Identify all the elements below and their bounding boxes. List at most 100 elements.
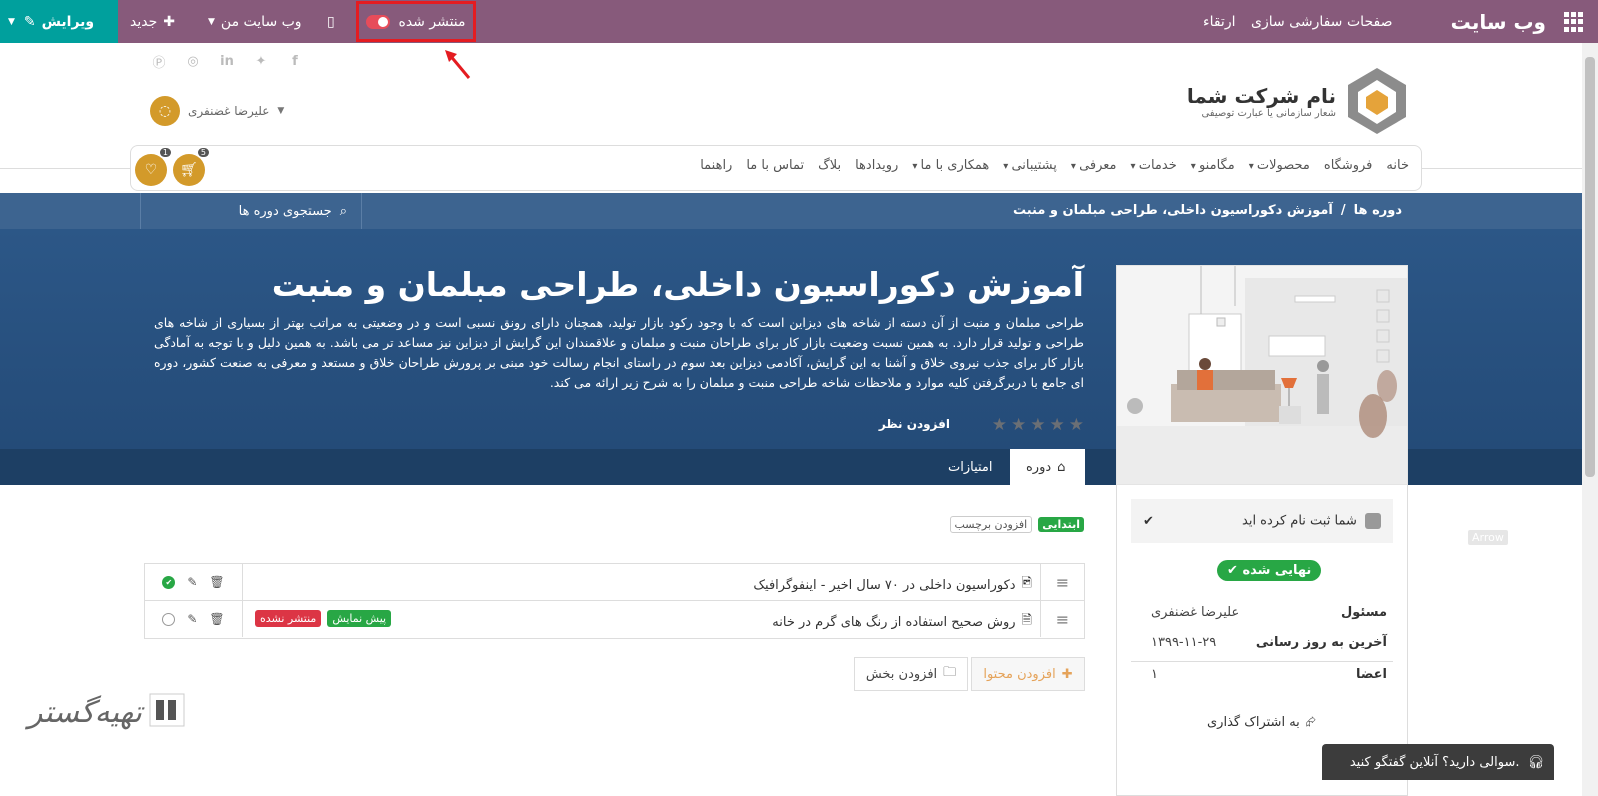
my-website-label: وب سایت من [220,13,302,30]
updated-row: آخرین به روز رسانی ۱۳۹۹-۱۱-۲۹ [1131,635,1393,650]
live-chat-button[interactable]: سوالی دارید؟ آنلاین گفتگو کنید. 🎧︎ [1322,744,1554,780]
home-icon: ⌂ [1057,459,1066,475]
app-brand: وب سایت [1450,9,1546,34]
add-section-button[interactable]: افزودن بخش 🗀︎ [854,657,968,691]
nav-item[interactable]: معرفی [1071,158,1116,173]
scrollbar-thumb[interactable] [1585,57,1595,477]
plus-icon: ✚ [1061,666,1073,682]
content-title[interactable]: 🗎︎ روش صحیح استفاده از رنگ های گرم در خا… [772,611,1032,633]
cart-icon: 🛒︎ [180,162,198,178]
breadcrumb-bar: دوره ها / آموزش دکوراسیون داخلی، طراحی م… [0,193,1582,229]
nav-item[interactable]: خانه [1386,158,1409,173]
preview-badge: پیش نمایش [327,610,392,627]
main-navbar: خانه فروشگاه محصولات مگامنو خدمات معرفی پشتیبا… [130,145,1422,191]
row-badges: منتشر نشده پیش نمایش [255,610,392,627]
document-file-icon: 🗎︎ [1021,613,1032,628]
members-row: اعضا ۱ [1131,667,1393,682]
content-title-label: روش صحیح استفاده از رنگ های گرم در خانه [772,614,1016,630]
nav-item[interactable]: تماس با ما [746,158,804,173]
new-button[interactable]: جدید ✚ [130,0,175,43]
published-check-icon[interactable]: ✔ [162,575,176,589]
check-icon: ✔ [1227,563,1238,578]
nav-item[interactable]: پشتیبانی [1003,158,1056,173]
nav-item[interactable]: محصولات [1249,158,1310,173]
responsible-label: مسئول [1340,605,1387,620]
add-review-link[interactable]: افزودن نظر [879,417,950,431]
nav-item[interactable]: بلاگ [818,158,841,173]
my-website-dropdown[interactable]: ▼ وب سایت من [208,0,302,43]
twitter-icon[interactable]: ✦ [252,52,270,70]
add-tag-button[interactable]: افزودن برچسب [949,516,1033,533]
search-placeholder: جستجوی دوره ها [238,203,332,219]
content-title[interactable]: 🖻︎ دکوراسیون داخلی در ۷۰ سال اخیر - اینف… [753,574,1032,596]
content-title-label: دکوراسیون داخلی در ۷۰ سال اخیر - اینفوگر… [753,577,1016,593]
plus-icon: ✚ [163,13,175,30]
wishlist-button[interactable]: ♡ 1 [135,148,171,186]
trash-icon[interactable]: 🗑︎ [209,612,224,626]
add-content-label: افزودن محتوا [983,666,1056,682]
nav-item[interactable]: راهنما [700,158,732,173]
edit-label: ویرایش [41,13,95,30]
tab-course[interactable]: دوره ⌂ [1010,449,1085,485]
cart-button[interactable]: 🛒︎ 5 [173,148,209,186]
share-button[interactable]: ⮳ به اشتراک گذاری [1207,715,1316,730]
star-icon[interactable]: ★ [1069,415,1084,435]
row-actions: ✎ 🗑︎ [145,601,243,637]
page-scrollbar[interactable] [1582,43,1598,796]
add-content-button[interactable]: افزودن محتوا ✚ [971,657,1085,691]
menu-customize[interactable]: سفارشی سازی [1251,0,1342,43]
star-icon[interactable]: ★ [992,415,1007,435]
tab-ratings[interactable]: امتیازات [948,449,993,485]
company-logo[interactable]: نام شرکت شما شعار سازمانی یا عبارت توصیف… [1187,66,1408,136]
menu-upgrade[interactable]: ارتقاء [1203,0,1235,43]
star-icon[interactable]: ★ [1030,415,1045,435]
breadcrumb: دوره ها / آموزش دکوراسیون داخلی، طراحی م… [1013,203,1402,218]
main-nav: خانه فروشگاه محصولات مگامنو خدمات معرفی پشتیبا… [700,158,1409,173]
user-menu[interactable]: ◌ علیرضا غضنفری ▼ [150,96,284,126]
nav-item[interactable]: مگامنو [1191,158,1235,173]
chat-label: سوالی دارید؟ آنلاین گفتگو کنید. [1349,754,1520,770]
search-icon: ⌕ [339,203,347,219]
pencil-icon[interactable]: ✎ [187,612,197,626]
nav-item[interactable]: رویدادها [855,158,898,173]
star-icon[interactable]: ★ [1011,415,1026,435]
annotation-arrow-icon [445,50,471,79]
share-icon: ⮳ [1305,715,1317,730]
menu-pages[interactable]: صفحات [1347,0,1392,43]
star-icon[interactable]: ★ [1050,415,1065,435]
nav-item[interactable]: خدمات [1131,158,1177,173]
trash-icon[interactable]: 🗑︎ [209,575,224,589]
social-links: Ⓟ ◎ in ✦ f [150,52,304,71]
drag-handle-icon[interactable]: ≡ [1040,564,1084,600]
drag-handle-icon[interactable]: ≡ [1040,601,1084,637]
table-row[interactable]: ≡ 🗎︎ روش صحیح استفاده از رنگ های گرم در … [145,601,1084,638]
watermark-logo: تهیه‌گستر [28,692,188,732]
updated-label: آخرین به روز رسانی [1255,635,1387,650]
unpublished-badge: منتشر نشده [255,610,322,627]
nav-item[interactable]: فروشگاه [1324,158,1373,173]
course-title: آموزش دکوراسیون داخلی، طراحی مبلمان و من… [271,265,1084,304]
share-label: به اشتراک گذاری [1207,715,1300,730]
publish-toggle[interactable]: منتشر شده [356,1,476,42]
nav-item[interactable]: همکاری با ما [912,158,990,173]
wishlist-count: 1 [159,148,171,157]
pencil-icon: ✎ [23,13,36,30]
pencil-icon[interactable]: ✎ [187,575,197,589]
rating-stars[interactable]: ★ ★ ★ ★ ★ [992,415,1084,435]
unpublished-circle-icon[interactable] [162,612,176,626]
apps-grid-icon[interactable] [1564,12,1584,32]
facebook-icon[interactable]: f [286,52,304,70]
pinterest-icon[interactable]: Ⓟ [150,52,168,71]
logo-title: نام شرکت شما [1186,83,1336,108]
toggle-switch[interactable] [366,14,391,29]
instagram-icon[interactable]: ◎ [184,52,202,70]
status-badge: ✔ نهایی شده [1217,560,1322,581]
breadcrumb-root[interactable]: دوره ها [1354,203,1402,218]
table-row[interactable]: ≡ 🖻︎ دکوراسیون داخلی در ۷۰ سال اخیر - ای… [145,564,1084,601]
chevron-down-icon[interactable]: ▼ [8,17,15,27]
tag-level[interactable]: ابتدایی [1038,517,1084,532]
mobile-preview-button[interactable]: ▯ [327,0,335,43]
course-search[interactable]: جستجوی دوره ها ⌕ [140,193,362,229]
linkedin-icon[interactable]: in [218,52,236,70]
edit-button[interactable]: ▼ ✎ ویرایش [0,0,118,43]
